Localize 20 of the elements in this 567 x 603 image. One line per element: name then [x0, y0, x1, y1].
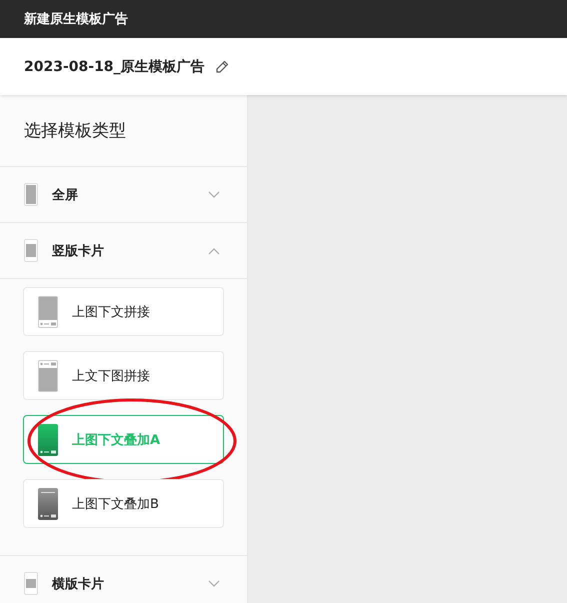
section-header[interactable]: 全屏	[0, 167, 247, 223]
phone-icon	[24, 572, 38, 595]
template-icon	[38, 424, 58, 456]
ad-name: 2023-08-18_原生模板广告	[24, 58, 205, 76]
sidebar-title: 选择模板类型	[0, 95, 247, 167]
chevron-icon	[208, 246, 220, 254]
chevron-icon	[208, 580, 220, 588]
template-card[interactable]: 上文下图拼接	[23, 351, 224, 400]
section-header[interactable]: 横版卡片	[0, 556, 247, 603]
section-header[interactable]: 竖版卡片	[0, 223, 247, 279]
template-icon	[38, 296, 58, 328]
template-card[interactable]: 上图下文叠加B	[23, 479, 224, 528]
chevron-icon	[208, 190, 220, 198]
phone-icon	[24, 239, 38, 262]
window-title: 新建原生模板广告	[24, 10, 128, 28]
phone-icon	[24, 183, 38, 206]
template-icon	[38, 488, 58, 520]
template-card[interactable]: 上图下文拼接	[23, 287, 224, 336]
template-icon	[38, 360, 58, 392]
pencil-icon[interactable]	[214, 60, 229, 74]
